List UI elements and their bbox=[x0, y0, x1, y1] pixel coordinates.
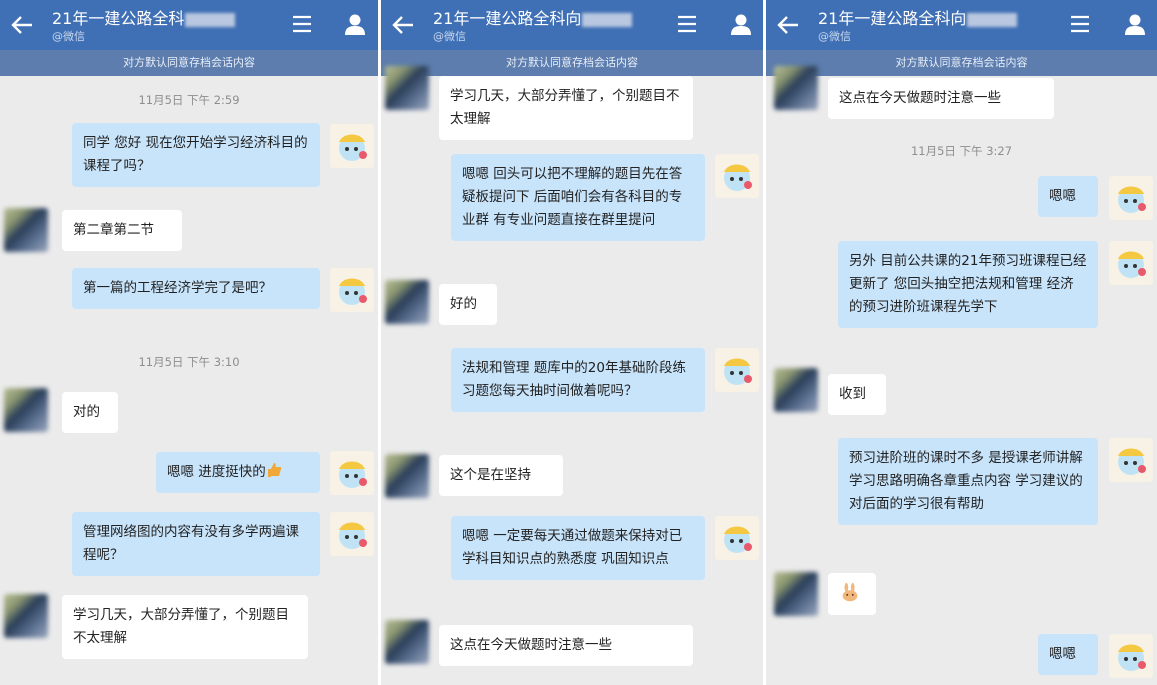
message-received[interactable]: 收到 bbox=[828, 374, 886, 415]
arrow-left-icon[interactable] bbox=[391, 14, 415, 36]
message-sent[interactable]: 嗯嗯 进度挺快的 bbox=[156, 452, 320, 493]
message-sent[interactable]: 另外 目前公共课的21年预习班课程已经更新了 您回头抽空把法规和管理 经济的预习… bbox=[838, 241, 1098, 328]
message-sent[interactable]: 管理网络图的内容有没有多学两遍课程呢？ bbox=[72, 512, 320, 576]
chat-header: 21年一建公路全科向 @微信 bbox=[381, 0, 763, 50]
cartoon-avatar-icon bbox=[724, 164, 752, 191]
title-redaction bbox=[185, 12, 236, 27]
cartoon-avatar-icon bbox=[339, 134, 367, 161]
message-received[interactable]: 这点在今天做题时注意一些 bbox=[828, 78, 1054, 119]
title-redaction bbox=[967, 12, 1018, 27]
chat-title: 21年一建公路全科 bbox=[52, 5, 236, 29]
my-avatar[interactable] bbox=[715, 348, 759, 392]
menu-icon[interactable] bbox=[292, 15, 312, 33]
thumbs-up-emoji bbox=[266, 461, 282, 484]
my-avatar[interactable] bbox=[330, 512, 374, 556]
contact-avatar[interactable] bbox=[774, 368, 818, 412]
my-avatar[interactable] bbox=[330, 451, 374, 495]
message-sent[interactable]: 同学 您好 现在您开始学习经济科目的课程了吗？ bbox=[72, 123, 320, 187]
menu-icon[interactable] bbox=[677, 15, 697, 33]
user-icon[interactable] bbox=[1124, 13, 1146, 35]
archive-notice: 对方默认同意存档会话内容 bbox=[0, 50, 378, 76]
chat-header: 21年一建公路全科向 @微信 bbox=[766, 0, 1157, 50]
cartoon-avatar-icon bbox=[339, 522, 367, 549]
message-list[interactable]: 这点在今天做题时注意一些 11月5日 下午 3:27 嗯嗯 另外 目前公共课的2… bbox=[766, 66, 1157, 685]
my-avatar[interactable] bbox=[1109, 176, 1153, 220]
message-sent[interactable]: 预习进阶班的课时不多 是授课老师讲解学习思路明确各章重点内容 学习建议的 对后面… bbox=[838, 438, 1098, 525]
arrow-left-icon[interactable] bbox=[10, 14, 34, 36]
my-avatar[interactable] bbox=[715, 154, 759, 198]
rabbit-emoji bbox=[842, 582, 858, 602]
archive-notice: 对方默认同意存档会话内容 bbox=[766, 50, 1157, 76]
my-avatar[interactable] bbox=[1109, 438, 1153, 482]
cartoon-avatar-icon bbox=[339, 461, 367, 488]
cartoon-avatar-icon bbox=[339, 278, 367, 305]
chat-title: 21年一建公路全科向 bbox=[433, 5, 633, 29]
chat-title-text: 21年一建公路全科 bbox=[52, 9, 185, 28]
title-redaction bbox=[582, 12, 633, 27]
cartoon-avatar-icon bbox=[1118, 644, 1146, 671]
message-sent[interactable]: 嗯嗯 bbox=[1038, 634, 1098, 675]
message-received[interactable]: 学习几天，大部分弄懂了，个别题目不太理解 bbox=[439, 76, 693, 140]
timestamp: 11月5日 下午 3:10 bbox=[138, 355, 240, 369]
message-received-sticker[interactable] bbox=[828, 573, 876, 615]
message-received[interactable]: 这点在今天做题时注意一些 bbox=[439, 625, 693, 666]
message-received[interactable]: 对的 bbox=[62, 392, 118, 433]
arrow-left-icon[interactable] bbox=[776, 14, 800, 36]
cartoon-avatar-icon bbox=[724, 358, 752, 385]
chat-screen-3: 21年一建公路全科向 @微信 对方默认同意存档会话内容 这点在今天做题时注意一些… bbox=[766, 0, 1157, 685]
contact-avatar[interactable] bbox=[774, 66, 818, 110]
chat-subtitle: @微信 bbox=[818, 30, 851, 43]
contact-avatar[interactable] bbox=[385, 454, 429, 498]
chat-screen-1: 21年一建公路全科 @微信 对方默认同意存档会话内容 11月5日 下午 2:59… bbox=[0, 0, 378, 685]
my-avatar[interactable] bbox=[330, 124, 374, 168]
menu-icon[interactable] bbox=[1070, 15, 1090, 33]
contact-avatar[interactable] bbox=[385, 620, 429, 664]
contact-avatar[interactable] bbox=[774, 572, 818, 616]
chat-subtitle: @微信 bbox=[52, 30, 85, 43]
message-text: 嗯嗯 进度挺快的 bbox=[167, 464, 266, 480]
cartoon-avatar-icon bbox=[1118, 186, 1146, 213]
contact-avatar[interactable] bbox=[385, 280, 429, 324]
message-sent[interactable]: 嗯嗯 回头可以把不理解的题目先在答疑板提问下 后面咱们会有各科目的专业群 有专业… bbox=[451, 154, 705, 241]
timestamp: 11月5日 下午 2:59 bbox=[138, 93, 240, 107]
my-avatar[interactable] bbox=[330, 268, 374, 312]
message-sent[interactable]: 法规和管理 题库中的20年基础阶段练习题您每天抽时间做着呢吗？ bbox=[451, 348, 705, 412]
contact-avatar[interactable] bbox=[385, 66, 429, 110]
contact-avatar[interactable] bbox=[4, 594, 48, 638]
my-avatar[interactable] bbox=[1109, 634, 1153, 678]
cartoon-avatar-icon bbox=[1118, 448, 1146, 475]
chat-title-text: 21年一建公路全科向 bbox=[818, 9, 967, 28]
contact-avatar[interactable] bbox=[4, 208, 48, 252]
my-avatar[interactable] bbox=[1109, 241, 1153, 285]
screenshot-collage: 21年一建公路全科 @微信 对方默认同意存档会话内容 11月5日 下午 2:59… bbox=[0, 0, 1157, 685]
chat-title: 21年一建公路全科向 bbox=[818, 5, 1018, 29]
message-list[interactable]: 11月5日 下午 2:59 同学 您好 现在您开始学习经济科目的课程了吗？ 第二… bbox=[0, 76, 378, 685]
cartoon-avatar-icon bbox=[1118, 251, 1146, 278]
chat-title-text: 21年一建公路全科向 bbox=[433, 9, 582, 28]
my-avatar[interactable] bbox=[715, 516, 759, 560]
message-sent[interactable]: 嗯嗯 bbox=[1038, 176, 1098, 217]
timestamp: 11月5日 下午 3:27 bbox=[910, 144, 1013, 158]
contact-avatar[interactable] bbox=[4, 388, 48, 432]
message-received[interactable]: 这个是在坚持 bbox=[439, 455, 563, 496]
user-icon[interactable] bbox=[730, 13, 752, 35]
chat-header: 21年一建公路全科 @微信 bbox=[0, 0, 378, 50]
message-received[interactable]: 好的 bbox=[439, 284, 497, 325]
archive-notice: 对方默认同意存档会话内容 bbox=[381, 50, 763, 76]
message-received[interactable]: 第二章第二节 bbox=[62, 210, 182, 251]
user-icon[interactable] bbox=[344, 13, 366, 35]
message-sent[interactable]: 第一篇的工程经济学完了是吧？ bbox=[72, 268, 320, 309]
chat-subtitle: @微信 bbox=[433, 30, 466, 43]
chat-screen-2: 21年一建公路全科向 @微信 对方默认同意存档会话内容 学习几天，大部分弄懂了，… bbox=[381, 0, 763, 685]
message-received[interactable]: 学习几天，大部分弄懂了，个别题目不太理解 bbox=[62, 595, 308, 659]
message-sent[interactable]: 嗯嗯 一定要每天通过做题来保持对已学科目知识点的熟悉度 巩固知识点 bbox=[451, 516, 705, 580]
cartoon-avatar-icon bbox=[724, 526, 752, 553]
message-list[interactable]: 学习几天，大部分弄懂了，个别题目不太理解 嗯嗯 回头可以把不理解的题目先在答疑板… bbox=[381, 66, 763, 685]
